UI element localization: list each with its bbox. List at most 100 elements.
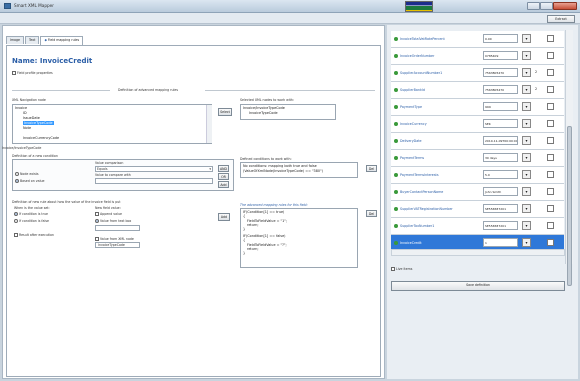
chevron-down-icon[interactable]: ▾ xyxy=(522,187,531,196)
chevron-down-icon[interactable]: ▾ xyxy=(522,102,531,111)
property-checkbox[interactable] xyxy=(547,137,554,144)
property-value-input[interactable]: 0785409 xyxy=(483,51,518,60)
maximize-button[interactable] xyxy=(540,2,553,10)
tree-node[interactable]: InvoiceCurrencyCode xyxy=(23,136,59,140)
property-value-input[interactable]: SE556587201 xyxy=(483,221,518,230)
live-items-toggle[interactable]: Live items xyxy=(391,267,412,271)
properties-hscrollbar[interactable] xyxy=(391,249,565,256)
property-checkbox[interactable] xyxy=(547,171,554,178)
chevron-down-icon[interactable]: ▾ xyxy=(522,136,531,145)
property-row[interactable]: PaymentTermsInterests 5.0 ▾ xyxy=(391,167,564,184)
property-row[interactable]: InvoiceTotalVatRatePercent 0.00 ▾ xyxy=(391,31,564,48)
property-value-input[interactable]: 1 xyxy=(483,238,518,247)
property-value-input[interactable]: 999 xyxy=(483,102,518,111)
comparison-value: Equals xyxy=(97,167,108,171)
property-value-input[interactable]: SE556587201 xyxy=(483,204,518,213)
property-row[interactable]: BuyerContactPersonName John Smith ▾ xyxy=(391,184,564,201)
property-value-input[interactable]: 30 days xyxy=(483,153,518,162)
xml-nav-label: XML Navigation node xyxy=(12,98,46,102)
comparison-select[interactable]: Equals ▾ xyxy=(95,166,213,172)
property-row[interactable]: SupplierVATRegistrationNumber SE55658720… xyxy=(391,201,564,218)
select-button[interactable]: Select xyxy=(218,108,232,116)
minimize-button[interactable] xyxy=(527,2,540,10)
value-comparison-label: Value comparison xyxy=(95,161,124,165)
property-value-input[interactable]: 7563805470 xyxy=(483,85,518,94)
tree-node[interactable]: Invoice xyxy=(15,106,27,110)
property-row[interactable]: InvoiceOrderNumber 0785409 ▾ xyxy=(391,48,564,65)
chevron-down-icon[interactable]: ▾ xyxy=(522,85,531,94)
xml-node-input[interactable]: InvoiceTypeCode xyxy=(95,242,140,248)
profile-properties-toggle[interactable]: Field profile properties xyxy=(12,71,53,75)
advanced-rules-box[interactable]: IF(Condition[1] == true) { FieldToFieldV… xyxy=(240,208,358,268)
property-checkbox[interactable] xyxy=(547,120,554,127)
if-false-radio[interactable]: If condition is false xyxy=(14,219,49,223)
property-value-input[interactable]: John Smith xyxy=(483,187,518,196)
node-exists-radio[interactable]: Node exists xyxy=(15,172,39,176)
property-value-input[interactable]: 0.00 xyxy=(483,34,518,43)
tree-node[interactable]: IssueDate xyxy=(23,116,40,120)
tree-scrollbar[interactable] xyxy=(206,105,212,143)
or-button[interactable]: OR xyxy=(218,173,229,180)
property-checkbox[interactable] xyxy=(547,222,554,229)
property-row[interactable]: DeliveryDate 2010-11-09T00:00:00 ▾ xyxy=(391,133,564,150)
property-checkbox[interactable] xyxy=(547,205,554,212)
xml-tree[interactable]: Invoice ID IssueDate InvoiceTypeCode Not… xyxy=(12,104,212,144)
property-value-input[interactable]: 7563805470 xyxy=(483,68,518,77)
property-checkbox[interactable] xyxy=(547,52,554,59)
condition-add-button[interactable]: Add xyxy=(218,181,229,188)
condition-del-button[interactable]: Del xyxy=(366,165,377,172)
value-from-xml-radio[interactable]: Value from XML node xyxy=(95,237,134,241)
if-true-radio[interactable]: If condition is true xyxy=(14,212,48,216)
property-row[interactable]: SupplierBankId 7563805470 ▾ 2 xyxy=(391,82,564,99)
property-value-input[interactable]: SEK xyxy=(483,119,518,128)
chevron-down-icon[interactable]: ▾ xyxy=(522,204,531,213)
append-checkbox[interactable]: Append value xyxy=(95,212,122,216)
chevron-down-icon[interactable]: ▾ xyxy=(522,119,531,128)
property-checkbox[interactable] xyxy=(547,86,554,93)
tab-field-mapping-rules[interactable]: ◆ Field mapping rules xyxy=(40,36,84,45)
property-row[interactable]: PaymentTerms 30 days ▾ xyxy=(391,150,564,167)
property-value-input[interactable]: 5.0 xyxy=(483,170,518,179)
chevron-down-icon[interactable]: ▾ xyxy=(522,68,531,77)
text-value-input[interactable] xyxy=(95,225,140,231)
chevron-down-icon[interactable]: ▾ xyxy=(522,51,531,60)
property-checkbox[interactable] xyxy=(547,35,554,42)
selected-nodes-label: Selected XML nodes to work with: xyxy=(240,98,294,102)
property-name: BuyerContactPersonName xyxy=(400,190,444,194)
property-row[interactable]: InvoiceCurrency SEK ▾ xyxy=(391,116,564,133)
property-checkbox[interactable] xyxy=(547,154,554,161)
property-checkbox[interactable] xyxy=(547,239,554,246)
scrollbar-thumb[interactable] xyxy=(567,126,572,286)
selected-nodes-box[interactable]: Invoice/InvoiceTypeCode InvoiceTypeCode xyxy=(240,104,336,120)
status-dot-icon xyxy=(394,156,398,160)
chevron-down-icon[interactable]: ▾ xyxy=(522,221,531,230)
tree-node-selected[interactable]: InvoiceTypeCode xyxy=(23,121,54,125)
property-row[interactable]: PaymentType 999 ▾ xyxy=(391,99,564,116)
result-after-checkbox[interactable]: Result after execution xyxy=(14,233,54,237)
save-definition-button[interactable]: Save definition xyxy=(391,281,565,291)
property-row[interactable]: SupplierTaxNumber1 SE556587201 ▾ xyxy=(391,218,564,235)
extract-button[interactable]: Extract xyxy=(547,15,575,23)
chevron-down-icon[interactable]: ▾ xyxy=(522,238,531,247)
tab-image[interactable]: Image xyxy=(6,36,24,44)
rule-add-button[interactable]: Add xyxy=(218,213,230,221)
based-on-value-radio[interactable]: Based on value xyxy=(15,179,45,183)
property-row[interactable]: SupplierAccountNumber1 7563805470 ▾ 2 xyxy=(391,65,564,82)
rule-del-button[interactable]: Del xyxy=(366,210,377,217)
defined-conditions-box[interactable]: No conditions: mapping both true and fal… xyxy=(240,162,358,178)
compare-with-input[interactable] xyxy=(95,178,213,184)
value-from-text-radio[interactable]: Value from text box xyxy=(95,219,131,223)
property-checkbox[interactable] xyxy=(547,69,554,76)
property-checkbox[interactable] xyxy=(547,188,554,195)
tree-node[interactable]: ID xyxy=(23,111,27,115)
tab-text[interactable]: Text xyxy=(24,36,40,44)
chevron-down-icon[interactable]: ▾ xyxy=(522,34,531,43)
close-button[interactable] xyxy=(553,2,577,10)
property-checkbox[interactable] xyxy=(547,103,554,110)
and-button[interactable]: AND xyxy=(218,165,229,172)
tree-node[interactable]: Note xyxy=(23,126,31,130)
properties-scrollbar[interactable] xyxy=(565,30,573,286)
chevron-down-icon[interactable]: ▾ xyxy=(522,153,531,162)
chevron-down-icon[interactable]: ▾ xyxy=(522,170,531,179)
property-value-input[interactable]: 2010-11-09T00:00:00 xyxy=(483,136,518,145)
